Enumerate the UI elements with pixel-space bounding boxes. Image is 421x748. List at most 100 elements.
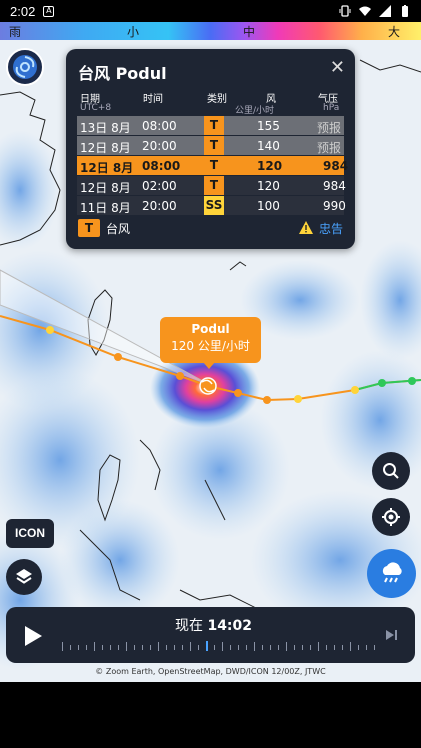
timeline-tick [62,642,63,651]
row-wind: 100 [257,199,280,213]
callout-speed: 120 公里/小时 [171,339,250,353]
signal-icon [379,5,391,17]
play-icon[interactable] [22,624,44,648]
timeline-tick [86,645,87,650]
storm-title: 台风 Podul [78,64,167,83]
timeline-tick [326,645,327,650]
vibrate-icon [339,5,351,17]
timeline-tick [374,645,375,650]
layers-button[interactable] [6,559,42,595]
layers-icon [16,569,32,584]
row-pressure: 984 [323,179,346,193]
timeline-tick [214,645,215,650]
warning-icon [299,221,313,234]
row-wind: 155 [257,119,280,133]
timeline-tick [94,642,95,651]
navigation-bar-area [0,682,421,748]
row-date: 12日 8月 [80,161,134,175]
table-row[interactable]: 11日 8月 20:00 SS 100 990 [77,196,346,216]
battery-icon [402,5,408,17]
row-pressure: 984 [323,159,349,173]
timeline-tick [142,645,143,650]
legend-medium: 中 [243,25,256,39]
timeline-panel: 现在 14:02 [6,607,415,663]
row-category: T [204,136,224,155]
timeline-tick [70,645,71,650]
search-button[interactable] [372,452,410,490]
row-category: T [204,116,224,135]
timeline-tick [350,642,351,651]
map-credits: © Zoom Earth, OpenStreetMap, DWD/ICON 12… [95,667,326,676]
col-date-tz: UTC+8 [80,103,112,113]
storm-callout[interactable]: Podul 120 公里/小时 [160,317,261,363]
col-wind-unit: 公里/小时 [235,106,275,116]
timeline-tick [334,645,335,650]
timeline-tick [190,642,191,651]
advisory-link[interactable]: 忠告 [319,220,343,237]
row-pressure: 预报 [317,121,342,135]
timeline-tick [302,645,303,650]
callout-tail [203,362,215,369]
timeline-tick [366,645,367,650]
timeline-tick [318,642,319,651]
current-time-label: 现在 14:02 [175,615,252,635]
clock: 2:02 [10,3,36,19]
row-wind: 120 [257,179,280,193]
close-icon[interactable]: ✕ [330,57,345,78]
row-category: SS [204,196,224,215]
timeline-tick [166,645,167,650]
col-time: 时间 [143,94,163,105]
legend-rain: 雨 [9,25,22,39]
timeline-tick [126,642,127,651]
timeline-tick [102,645,103,650]
timeline-tick [206,641,208,651]
timeline-tick [286,642,287,651]
row-date: 12日 8月 [80,181,131,195]
locate-button[interactable] [372,498,410,536]
now-time: 14:02 [207,618,253,634]
timeline-tick [134,645,135,650]
timeline-tick [230,645,231,650]
table-row[interactable]: 12日 8月 20:00 T 140 预报 [77,136,344,156]
skip-to-end-icon[interactable] [385,629,399,641]
timeline-tick [254,642,255,651]
timeline-tick [158,642,159,651]
row-category: T [204,156,224,175]
timeline-tick [262,645,263,650]
row-time: 20:00 [142,139,177,153]
timeline-tick [182,645,183,650]
typhoon-legend-badge: T [78,219,100,237]
model-selector-button[interactable]: ICON [6,519,54,548]
col-pressure-unit: hPa [323,103,340,113]
row-time: 02:00 [142,179,177,193]
storm-marker[interactable] [199,377,217,395]
rain-cloud-icon [382,561,402,582]
timeline-scrubber[interactable] [62,641,382,652]
precipitation-layer-button[interactable] [367,549,416,598]
timeline-tick [150,645,151,650]
crosshair-icon [382,508,400,526]
legend-large: 大 [388,25,401,39]
row-pressure: 预报 [317,141,342,155]
callout-name: Podul [191,322,230,336]
table-row[interactable]: 13日 8月 08:00 T 155 预报 [77,116,344,136]
row-pressure: 990 [323,199,346,213]
timeline-tick [358,645,359,650]
row-date: 12日 8月 [80,141,131,155]
timeline-tick [118,645,119,650]
table-row-selected[interactable]: 12日 8月 08:00 T 120 984 [77,156,348,176]
timeline-tick [222,642,223,651]
row-date: 11日 8月 [80,201,131,215]
timeline-tick [310,645,311,650]
app-logo-button[interactable] [6,48,44,86]
table-header: 日期 UTC+8 时间 类别 风 公里/小时 气压 hPa [78,90,343,116]
status-bar: 2:02 A [0,0,421,22]
table-row[interactable]: 12日 8月 02:00 T 120 984 [77,176,346,196]
forecast-table: 13日 8月 08:00 T 155 预报 12日 8月 20:00 T 140… [77,116,348,216]
col-category: 类别 [207,94,227,105]
notification-icon: A [43,5,55,17]
row-wind: 140 [257,139,280,153]
row-category: T [204,176,224,195]
status-icons [339,5,411,17]
timeline-tick [342,645,343,650]
